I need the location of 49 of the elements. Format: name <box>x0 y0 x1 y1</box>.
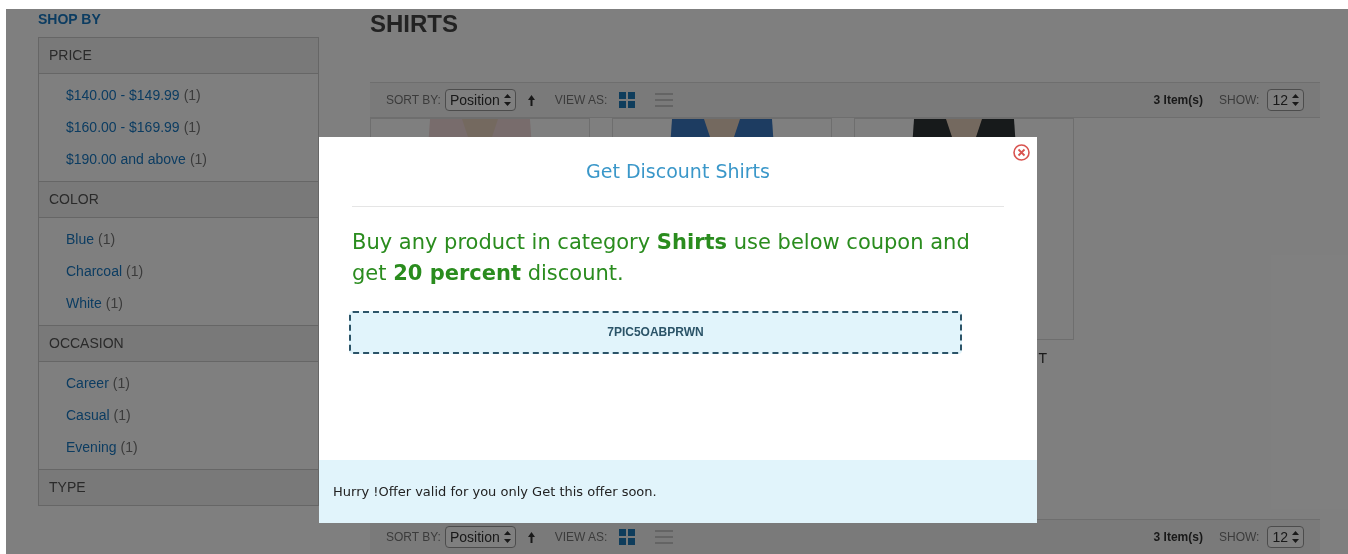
sort-select[interactable]: Position <box>444 526 516 548</box>
spinner-arrows-icon <box>503 94 511 106</box>
filter-count: (1) <box>183 118 201 137</box>
modal-title: Get Discount Shirts <box>352 137 1004 207</box>
filter-link[interactable]: Evening <box>66 438 117 457</box>
offer-message: Buy any product in category Shirts use below coupon and get 20 percent discount. <box>352 228 971 287</box>
grid-view-icon[interactable] <box>619 529 636 545</box>
filter-count: (1) <box>112 374 130 393</box>
category-title: SHIRTS <box>370 9 459 39</box>
filter-count: (1) <box>183 86 201 105</box>
filter-heading[interactable]: OCCASION <box>39 325 318 362</box>
filter-link[interactable]: Charcoal <box>66 262 123 281</box>
coupon-code[interactable]: 7PIC5OABPRWN <box>349 310 962 354</box>
filter-heading[interactable]: PRICE <box>39 37 318 74</box>
spinner-arrows-icon <box>1292 531 1299 543</box>
sort-direction-icon[interactable] <box>527 94 535 106</box>
sort-label: SORT BY: <box>386 529 441 546</box>
filter-link[interactable]: $160.00 - $169.99 <box>66 118 180 137</box>
show-select[interactable]: 12 <box>1267 526 1304 548</box>
show-select[interactable]: 12 <box>1267 89 1304 111</box>
filter-count: (1) <box>120 438 138 457</box>
filter-link[interactable]: Casual <box>66 406 110 425</box>
filter-count: (1) <box>105 294 123 313</box>
close-icon[interactable] <box>1013 144 1030 161</box>
item-count: 3 Item(s) <box>1153 529 1203 546</box>
filter-heading[interactable]: COLOR <box>39 181 318 218</box>
filter-count: (1) <box>113 406 131 425</box>
filter-count: (1) <box>98 230 116 249</box>
spinner-arrows-icon <box>503 531 511 543</box>
filter-link[interactable]: Career <box>66 374 109 393</box>
filter-link[interactable]: Blue <box>66 230 95 249</box>
sidebar-title: SHOP BY <box>38 10 102 29</box>
view-label: VIEW AS: <box>554 529 608 546</box>
filter-link[interactable]: $140.00 - $149.99 <box>66 86 180 105</box>
footer-note: Hurry !Offer valid for you only Get this offer soon. <box>333 482 657 501</box>
view-label: VIEW AS: <box>554 92 608 109</box>
filter-count: (1) <box>189 150 207 169</box>
filter-count: (1) <box>126 262 144 281</box>
sort-label: SORT BY: <box>386 92 441 109</box>
spinner-arrows-icon <box>1292 94 1299 106</box>
show-label: SHOW: <box>1218 92 1260 109</box>
item-count: 3 Item(s) <box>1153 92 1203 109</box>
sort-direction-icon[interactable] <box>527 531 535 543</box>
filter-link[interactable]: $190.00 and above <box>66 150 186 169</box>
show-label: SHOW: <box>1218 529 1260 546</box>
grid-view-icon[interactable] <box>619 92 636 108</box>
sort-select[interactable]: Position <box>444 89 516 111</box>
filter-heading[interactable]: TYPE <box>39 469 318 506</box>
filter-link[interactable]: White <box>66 294 102 313</box>
